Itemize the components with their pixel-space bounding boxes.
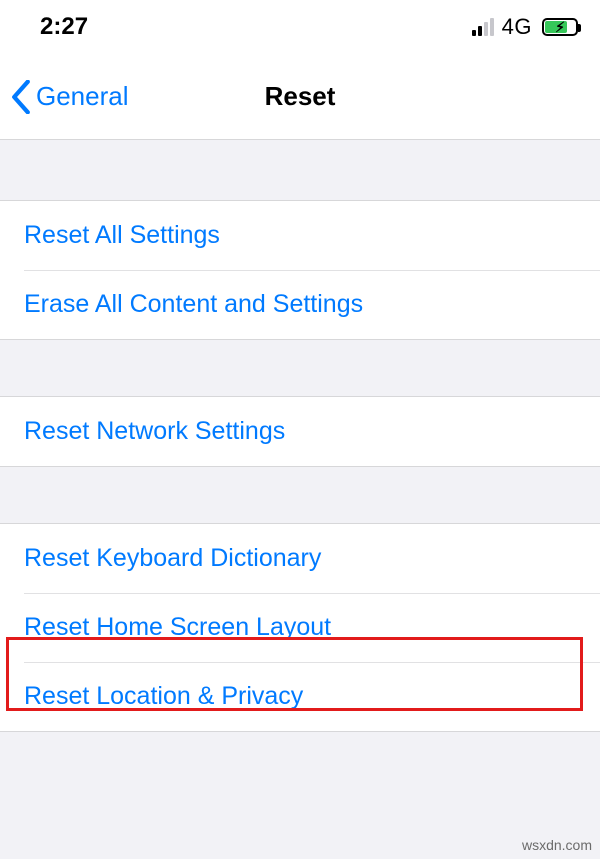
settings-group-1: Reset All Settings Erase All Content and… bbox=[0, 200, 600, 340]
status-time: 2:27 bbox=[40, 13, 88, 41]
status-indicators: 4G ⚡︎ bbox=[472, 14, 578, 40]
reset-all-settings-row[interactable]: Reset All Settings bbox=[0, 201, 600, 270]
battery-icon: ⚡︎ bbox=[542, 18, 578, 36]
reset-location-privacy-row[interactable]: Reset Location & Privacy bbox=[0, 662, 600, 731]
status-bar: 2:27 4G ⚡︎ bbox=[0, 0, 600, 54]
row-label: Reset Home Screen Layout bbox=[24, 613, 331, 641]
navigation-bar: General Reset bbox=[0, 54, 600, 140]
page-title: Reset bbox=[265, 81, 336, 112]
row-label: Erase All Content and Settings bbox=[24, 290, 363, 318]
watermark-text: wsxdn.com bbox=[522, 837, 592, 853]
erase-all-content-row[interactable]: Erase All Content and Settings bbox=[0, 270, 600, 339]
row-label: Reset Location & Privacy bbox=[24, 682, 303, 710]
reset-network-row[interactable]: Reset Network Settings bbox=[0, 397, 600, 466]
row-label: Reset All Settings bbox=[24, 221, 220, 249]
row-label: Reset Network Settings bbox=[24, 417, 285, 445]
settings-group-2: Reset Network Settings bbox=[0, 396, 600, 467]
cellular-signal-icon bbox=[472, 18, 494, 36]
chevron-left-icon bbox=[10, 80, 32, 114]
row-label: Reset Keyboard Dictionary bbox=[24, 544, 321, 572]
back-label: General bbox=[36, 81, 129, 112]
back-button[interactable]: General bbox=[0, 80, 129, 114]
reset-home-layout-row[interactable]: Reset Home Screen Layout bbox=[0, 593, 600, 662]
reset-keyboard-row[interactable]: Reset Keyboard Dictionary bbox=[0, 524, 600, 593]
network-type-label: 4G bbox=[502, 14, 532, 40]
settings-group-3: Reset Keyboard Dictionary Reset Home Scr… bbox=[0, 523, 600, 732]
